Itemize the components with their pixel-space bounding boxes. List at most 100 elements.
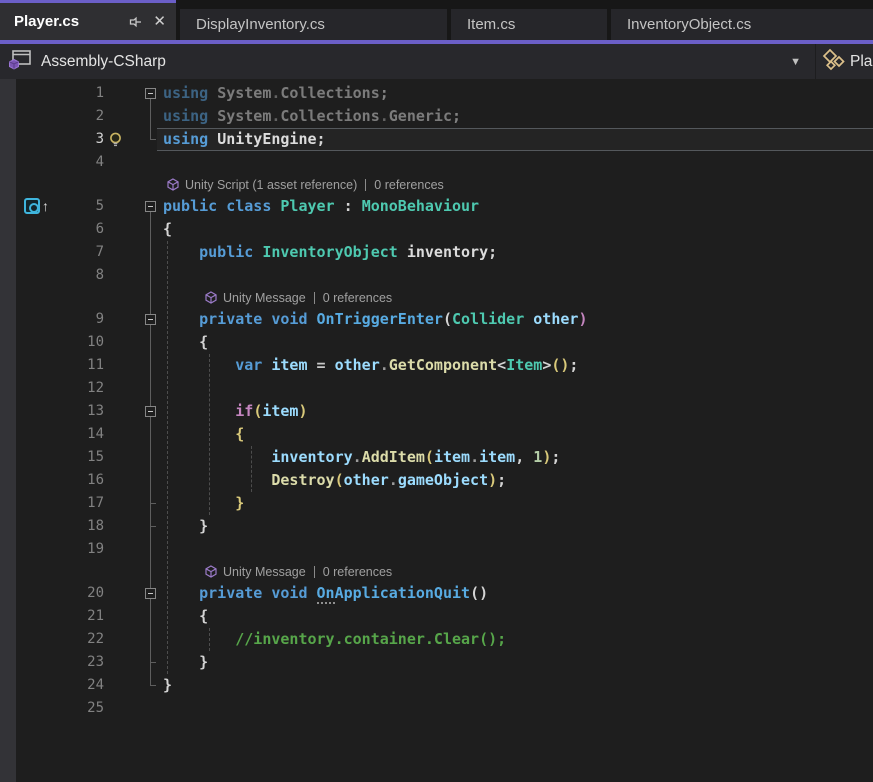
token-id: System <box>217 107 272 125</box>
token-cmt: //inventory.container.Clear(); <box>235 630 507 648</box>
token-pun: () <box>470 584 489 602</box>
code-line-3[interactable]: 3 using UnityEngine; <box>0 128 873 151</box>
code-line-12[interactable]: 12 <box>0 377 873 400</box>
token-method: AddItem <box>361 448 425 466</box>
code-text: Destroy(other.gameObject); <box>163 469 506 492</box>
unity-cube-icon <box>205 565 217 578</box>
line-number: 20 <box>87 585 104 601</box>
code-line-21[interactable]: 21 { <box>0 605 873 628</box>
code-line-14[interactable]: 14 { <box>0 423 873 446</box>
code-text: } <box>163 674 172 697</box>
fold-collapse-toggle[interactable] <box>145 88 156 99</box>
codelens-separator <box>313 291 315 304</box>
project-dropdown[interactable]: Assembly-CSharp ▼ <box>0 44 815 79</box>
codelens-separator <box>365 178 367 191</box>
token-var: other <box>343 471 389 489</box>
code-rows: 1 using System.Collections; 2 using System.… <box>0 82 873 720</box>
tab-inventoryobject-cs[interactable]: InventoryObject.cs <box>611 9 873 40</box>
lightbulb-icon[interactable] <box>107 131 124 153</box>
line-number: 14 <box>87 426 104 442</box>
token-method: Destroy <box>271 471 335 489</box>
code-line-8[interactable]: 8 <box>0 264 873 287</box>
token-gold: ( <box>424 448 434 466</box>
code-line-16[interactable]: 16 Destroy(other.gameObject); <box>0 469 873 492</box>
token-dot: . <box>470 448 480 466</box>
fold-collapse-toggle[interactable] <box>145 314 156 325</box>
token-kw: void <box>271 584 308 602</box>
fold-collapse-toggle[interactable] <box>145 201 156 212</box>
codelens-row: Unity Message 0 references <box>0 287 873 308</box>
code-line-2[interactable]: 2 using System.Collections.Generic; <box>0 105 873 128</box>
code-line-25[interactable]: 25 <box>0 697 873 720</box>
code-line-23[interactable]: 23 } <box>0 651 873 674</box>
codelens-references-link[interactable]: 0 references <box>323 565 392 579</box>
token-pun: > <box>542 356 552 374</box>
code-line-1[interactable]: 1 using System.Collections; <box>0 82 873 105</box>
line-number: 1 <box>95 85 104 101</box>
token-dot: . <box>388 471 398 489</box>
code-line-18[interactable]: 18 } <box>0 515 873 538</box>
token-kw: public <box>199 243 254 261</box>
codelens-label: Unity Script (1 asset reference) <box>185 177 358 192</box>
token-pun: ; <box>488 243 498 261</box>
token-id: System <box>217 84 272 102</box>
code-line-20[interactable]: 20 private void OnApplicationQuit() <box>0 582 873 605</box>
code-text: } <box>163 515 208 538</box>
codelens-references-link[interactable]: 0 references <box>323 291 392 305</box>
line-number: 19 <box>87 541 104 557</box>
token-pun: } <box>163 676 173 694</box>
code-text: if(item) <box>163 400 308 423</box>
pin-icon[interactable] <box>129 15 143 29</box>
code-line-15[interactable]: 15 inventory.AddItem(item.item, 1); <box>0 446 873 469</box>
code-line-10[interactable]: 10 { <box>0 331 873 354</box>
tab-item-cs[interactable]: Item.cs <box>451 9 607 40</box>
code-line-13[interactable]: 13 if(item) <box>0 400 873 423</box>
token-var: item <box>271 356 308 374</box>
code-text: { <box>163 331 208 354</box>
close-icon[interactable]: ✕ <box>153 14 166 29</box>
code-line-22[interactable]: 22 //inventory.container.Clear(); <box>0 628 873 651</box>
code-line-9[interactable]: 9 private void OnTriggerEnter(Collider o… <box>0 308 873 331</box>
fold-collapse-toggle[interactable] <box>145 406 156 417</box>
tab-player-cs[interactable]: Player.cs ✕ <box>0 0 176 40</box>
token-gold: ) <box>298 402 308 420</box>
tab-displayinventory-cs[interactable]: DisplayInventory.cs <box>180 9 447 40</box>
class-dropdown[interactable]: Pla <box>815 44 873 79</box>
fold-collapse-toggle[interactable] <box>145 588 156 599</box>
token-um: OnTriggerEnter <box>316 310 443 328</box>
line-number: 21 <box>87 608 104 624</box>
line-number: 4 <box>95 154 104 170</box>
token-kw: class <box>226 197 272 215</box>
line-number: 7 <box>95 244 104 260</box>
code-line-6[interactable]: 6{ <box>0 218 873 241</box>
code-line-11[interactable]: 11 var item = other.GetComponent<Item>()… <box>0 354 873 377</box>
vs-window: Player.cs ✕ DisplayInventory.cs Item.cs Inve… <box>0 0 873 782</box>
chevron-down-icon[interactable]: ▼ <box>790 56 801 68</box>
line-number: 10 <box>87 334 104 350</box>
code-line-24[interactable]: 24} <box>0 674 873 697</box>
code-line-5[interactable]: ↑ 5 public class Player : MonoBehaviour <box>0 195 873 218</box>
code-line-4[interactable]: 4 <box>0 151 873 174</box>
code-editor[interactable]: 1 using System.Collections; 2 using System.… <box>0 79 873 782</box>
unity-cube-icon <box>167 178 179 191</box>
codelens-label: Unity Message <box>223 290 306 305</box>
navigation-bar: Assembly-CSharp ▼ Pla <box>0 44 873 79</box>
token-gold: ) <box>542 448 552 466</box>
codelens-references-link[interactable]: 0 references <box>374 178 443 192</box>
code-line-19[interactable]: 19 <box>0 538 873 561</box>
token-id: Collections <box>280 84 380 102</box>
tab-bar: Player.cs ✕ DisplayInventory.cs Item.cs Inve… <box>0 0 873 40</box>
code-line-17[interactable]: 17 } <box>0 492 873 515</box>
code-line-7[interactable]: 7 public InventoryObject inventory; <box>0 241 873 264</box>
line-number: 2 <box>95 108 104 124</box>
